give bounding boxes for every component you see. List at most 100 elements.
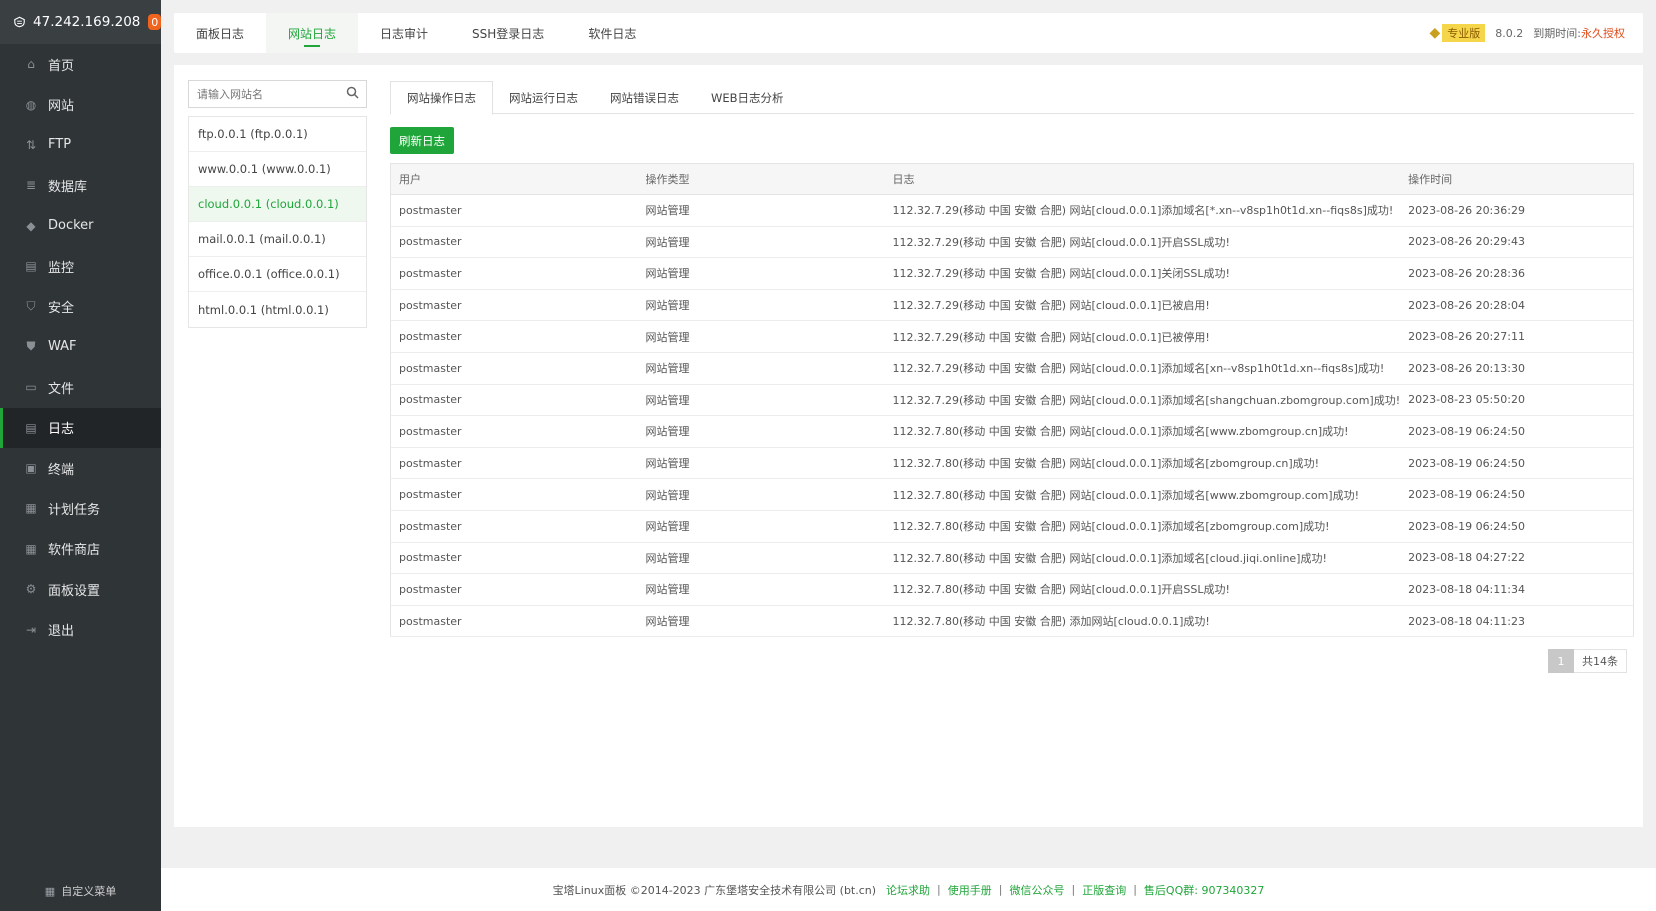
sidebar-item-5[interactable]: ▤ 监控	[0, 246, 161, 286]
sidebar-item-label: 日志	[48, 422, 75, 438]
sidebar-item-0[interactable]: ⌂ 首页	[0, 44, 161, 84]
sidebar-item-label: 退出	[48, 624, 75, 640]
sidebar-item-label: 计划任务	[48, 502, 101, 518]
sidebar-item-14[interactable]: ⇥ 退出	[0, 609, 161, 649]
sidebar-item-12[interactable]: ▦ 软件商店	[0, 529, 161, 569]
cell-log: 112.32.7.29(移动 中国 安徽 合肥) 网站[cloud.0.0.1]…	[884, 226, 1401, 259]
sidebar-item-13[interactable]: ⚙ 面板设置	[0, 569, 161, 609]
table-row: postmaster 网站管理 112.32.7.29(移动 中国 安徽 合肥) 网…	[390, 384, 1634, 417]
table-row: postmaster 网站管理 112.32.7.29(移动 中国 安徽 合肥) 网…	[390, 352, 1634, 385]
cell-type: 网站管理	[637, 573, 885, 606]
site-list-item[interactable]: html.0.0.1 (html.0.0.1)	[189, 292, 366, 327]
cell-user: postmaster	[390, 257, 638, 290]
site-search-input[interactable]	[189, 81, 339, 107]
search-icon[interactable]	[346, 86, 359, 103]
cell-type: 网站管理	[637, 257, 885, 290]
site-list-item[interactable]: office.0.0.1 (office.0.0.1)	[189, 257, 366, 292]
cell-user: postmaster	[390, 352, 638, 385]
license-check-link[interactable]: 正版查询	[1082, 882, 1126, 898]
bt-logo-icon	[14, 16, 25, 28]
site-list-item[interactable]: cloud.0.0.1 (cloud.0.0.1)	[189, 187, 366, 222]
cell-log: 112.32.7.80(移动 中国 安徽 合肥) 网站[cloud.0.0.1]…	[884, 573, 1401, 606]
cell-user: postmaster	[390, 226, 638, 259]
table-row: postmaster 网站管理 112.32.7.29(移动 中国 安徽 合肥) 网…	[390, 226, 1634, 259]
custom-menu-button[interactable]: ▦ 自定义菜单	[0, 883, 161, 899]
refresh-log-button[interactable]: 刷新日志	[390, 127, 454, 154]
cell-time: 2023-08-26 20:36:29	[1400, 194, 1634, 227]
docker-icon: ◆	[26, 218, 36, 233]
tab-software-log[interactable]: 软件日志	[566, 13, 658, 53]
site-search-box	[188, 80, 367, 108]
pro-badge[interactable]: ◆ 专业版	[1430, 24, 1486, 42]
cell-type: 网站管理	[637, 352, 885, 385]
sidebar-item-7[interactable]: ⛊ WAF	[0, 327, 161, 367]
cell-time: 2023-08-18 04:27:22	[1400, 542, 1634, 575]
grid-icon: ▦	[44, 884, 56, 898]
tab-web-log-analysis[interactable]: WEB日志分析	[695, 81, 800, 114]
tab-log-audit[interactable]: 日志审计	[358, 13, 450, 53]
pro-label: 专业版	[1442, 24, 1486, 42]
sidebar-item-label: 首页	[48, 58, 75, 74]
tab-panel-log[interactable]: 面板日志	[174, 13, 266, 53]
calendar-icon: ▦	[25, 501, 37, 516]
sidebar-item-label: 终端	[48, 462, 75, 478]
cell-user: postmaster	[390, 605, 638, 638]
cell-log: 112.32.7.80(移动 中国 安徽 合肥) 网站[cloud.0.0.1]…	[884, 510, 1401, 543]
table-row: postmaster 网站管理 112.32.7.80(移动 中国 安徽 合肥) 网…	[390, 542, 1634, 575]
notify-badge[interactable]: 0	[148, 14, 161, 30]
wechat-link[interactable]: 微信公众号	[1009, 882, 1064, 898]
site-list-item[interactable]: mail.0.0.1 (mail.0.0.1)	[189, 222, 366, 257]
sidebar-item-1[interactable]: ◍ 网站	[0, 84, 161, 124]
cell-type: 网站管理	[637, 226, 885, 259]
sidebar-item-3[interactable]: ≣ 数据库	[0, 165, 161, 205]
cell-user: postmaster	[390, 289, 638, 322]
server-header: 47.242.169.208 0	[0, 0, 161, 44]
sidebar-item-9[interactable]: ▤ 日志	[0, 407, 161, 449]
table-row: postmaster 网站管理 112.32.7.80(移动 中国 安徽 合肥) 网…	[390, 415, 1634, 448]
sidebar-item-10[interactable]: ▣ 终端	[0, 448, 161, 488]
sidebar-item-11[interactable]: ▦ 计划任务	[0, 488, 161, 528]
sidebar-item-label: 安全	[48, 301, 75, 317]
cell-time: 2023-08-26 20:28:36	[1400, 257, 1634, 290]
page-number[interactable]: 1	[1548, 649, 1574, 673]
sidebar-item-6[interactable]: ⛉ 安全	[0, 286, 161, 326]
home-icon: ⌂	[27, 57, 35, 72]
site-list-item[interactable]: www.0.0.1 (www.0.0.1)	[189, 152, 366, 187]
cell-user: postmaster	[390, 415, 638, 448]
tab-website-log[interactable]: 网站日志	[266, 13, 359, 53]
cell-type: 网站管理	[637, 478, 885, 511]
cell-time: 2023-08-23 05:50:20	[1400, 384, 1634, 417]
footer: 宝塔Linux面板 ©2014-2023 广东堡塔安全技术有限公司 (bt.cn…	[161, 868, 1656, 911]
tab-site-error-log[interactable]: 网站错误日志	[594, 81, 695, 114]
main-panel: ftp.0.0.1 (ftp.0.0.1)www.0.0.1 (www.0.0.…	[174, 65, 1643, 827]
header-user: 用户	[390, 163, 638, 195]
cell-user: postmaster	[390, 510, 638, 543]
forum-link[interactable]: 论坛求助	[886, 882, 930, 898]
cell-log: 112.32.7.80(移动 中国 安徽 合肥) 网站[cloud.0.0.1]…	[884, 542, 1401, 575]
tab-site-operation-log[interactable]: 网站操作日志	[390, 81, 493, 115]
sidebar-item-label: 监控	[48, 260, 75, 276]
cell-user: postmaster	[390, 320, 638, 353]
cell-time: 2023-08-19 06:24:50	[1400, 510, 1634, 543]
site-list-item[interactable]: ftp.0.0.1 (ftp.0.0.1)	[189, 117, 366, 152]
tab-site-run-log[interactable]: 网站运行日志	[493, 81, 594, 114]
log-icon: ▤	[25, 420, 37, 435]
sidebar-item-2[interactable]: ⇅ FTP	[0, 125, 161, 165]
sidebar-item-label: 面板设置	[48, 583, 101, 599]
qq-group-link[interactable]: 售后QQ群: 907340327	[1144, 882, 1265, 898]
header-type: 操作类型	[637, 163, 885, 195]
sidebar-item-4[interactable]: ◆ Docker	[0, 206, 161, 246]
cell-log: 112.32.7.29(移动 中国 安徽 合肥) 网站[cloud.0.0.1]…	[884, 289, 1401, 322]
cell-time: 2023-08-19 06:24:50	[1400, 478, 1634, 511]
tab-ssh-log[interactable]: SSH登录日志	[450, 13, 566, 53]
sidebar-item-8[interactable]: ▭ 文件	[0, 367, 161, 407]
cell-type: 网站管理	[637, 415, 885, 448]
cell-time: 2023-08-26 20:28:04	[1400, 289, 1634, 322]
apps-icon: ▦	[25, 541, 37, 556]
cell-time: 2023-08-18 04:11:34	[1400, 573, 1634, 606]
header-log: 日志	[884, 163, 1401, 195]
manual-link[interactable]: 使用手册	[948, 882, 992, 898]
sidebar-item-label: WAF	[48, 339, 77, 355]
license-info: ◆ 专业版 8.0.2 到期时间: 永久授权	[1430, 24, 1625, 42]
cell-type: 网站管理	[637, 447, 885, 480]
